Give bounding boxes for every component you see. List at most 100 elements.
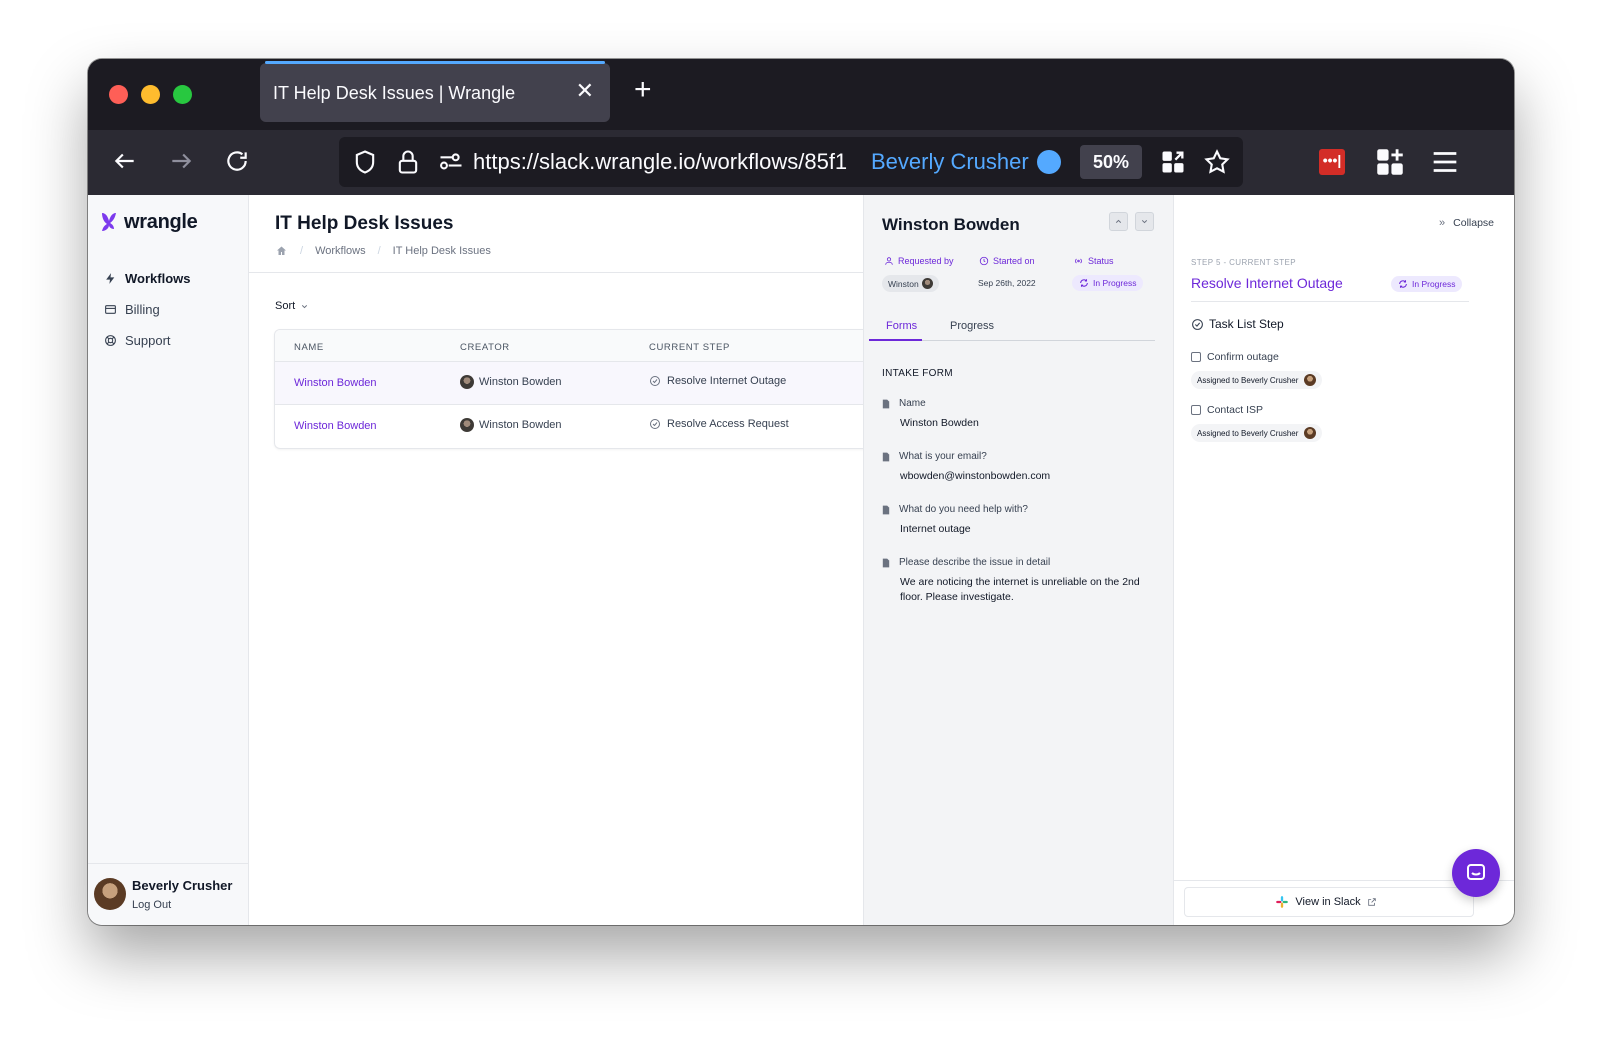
lifebuoy-icon	[105, 334, 116, 346]
document-icon	[882, 399, 890, 408]
requested-by-label: Requested by	[884, 256, 954, 266]
field-question-text: What do you need help with?	[899, 504, 1028, 515]
breadcrumb-separator: /	[377, 245, 381, 257]
slack-icon	[1276, 896, 1289, 908]
requested-by-text: Requested by	[898, 256, 954, 266]
status-badge: In Progress	[1391, 276, 1463, 292]
back-button[interactable]	[108, 144, 142, 178]
view-in-slack-button[interactable]: View in Slack	[1184, 887, 1474, 917]
check-circle-icon	[650, 419, 660, 429]
current-step-panel: » Collapse Step 5 - Current Step Resolve…	[1173, 195, 1514, 925]
requester-pill[interactable]: Winston	[882, 275, 939, 292]
check-circle-icon	[650, 376, 660, 386]
sidebar-item-support[interactable]: Support	[104, 330, 171, 350]
task-label: Contact ISP	[1207, 404, 1264, 416]
chevrons-right-icon: »	[1439, 217, 1446, 229]
container-label[interactable]: Beverly Crusher	[871, 149, 1029, 175]
field-answer: We are noticing the internet is unreliab…	[900, 576, 1140, 603]
sort-button[interactable]: Sort	[275, 300, 309, 312]
status-label: Status	[1073, 256, 1114, 266]
home-icon[interactable]	[275, 245, 288, 257]
chat-launcher-button[interactable]	[1452, 849, 1500, 897]
refresh-icon	[1399, 280, 1407, 288]
shield-icon[interactable]	[351, 148, 379, 176]
table-header: Name Creator Current Step	[275, 330, 874, 362]
container-dot-icon	[1037, 150, 1061, 174]
next-run-button[interactable]	[1135, 212, 1154, 231]
sidebar-item-workflows[interactable]: Workflows	[104, 268, 191, 288]
table-row[interactable]: Winston Bowden Winston Bowden Resolve Ac…	[275, 405, 874, 448]
url-bar[interactable]: https://slack.wrangle.io/workflows/85f1 …	[339, 137, 1243, 187]
maximize-window-button[interactable]	[173, 85, 192, 104]
lastpass-extension-icon[interactable]: •••|	[1319, 149, 1345, 175]
column-header-creator[interactable]: Creator	[460, 342, 510, 353]
row-name[interactable]: Winston Bowden	[294, 420, 377, 432]
task-checkbox[interactable]	[1191, 352, 1201, 362]
extensions-icon[interactable]	[1373, 145, 1407, 179]
previous-run-button[interactable]	[1109, 212, 1128, 231]
new-tab-button[interactable]: +	[634, 73, 652, 107]
status-badge: In Progress	[1072, 275, 1144, 291]
breadcrumb-workflows[interactable]: Workflows	[315, 245, 366, 257]
form-field: Name Winston Bowden	[882, 398, 1162, 431]
avatar	[460, 418, 474, 432]
task-checkbox[interactable]	[1191, 405, 1201, 415]
document-icon	[882, 452, 890, 461]
user-icon	[885, 257, 893, 265]
minimize-window-button[interactable]	[141, 85, 160, 104]
sort-label: Sort	[275, 300, 296, 312]
creator-name: Winston Bowden	[479, 419, 562, 431]
row-creator: Winston Bowden	[460, 418, 562, 432]
user-footer: Beverly Crusher Log Out	[88, 863, 248, 925]
tab-close-icon[interactable]: ✕	[576, 78, 594, 104]
chevron-down-icon	[302, 304, 308, 308]
status-badge-text: In Progress	[1412, 279, 1456, 289]
step-title[interactable]: Resolve Internet Outage	[1191, 275, 1343, 291]
forward-button[interactable]	[164, 144, 198, 178]
started-on-value: Sep 26th, 2022	[978, 278, 1036, 288]
grid-extension-icon[interactable]	[1159, 148, 1187, 176]
sidebar-item-label: Workflows	[125, 270, 191, 286]
close-window-button[interactable]	[109, 85, 128, 104]
avatar	[1304, 374, 1317, 386]
arrow-left-icon	[114, 153, 134, 169]
breadcrumb-current[interactable]: IT Help Desk Issues	[393, 245, 491, 257]
arrow-right-icon	[172, 153, 192, 169]
avatar[interactable]	[94, 878, 126, 910]
tab-title: IT Help Desk Issues | Wrangle	[273, 83, 516, 103]
permissions-icon[interactable]	[437, 148, 465, 176]
tab-bar: IT Help Desk Issues | Wrangle ✕ +	[88, 59, 1514, 130]
assignee-text: Assigned to Beverly Crusher	[1197, 428, 1299, 438]
browser-tab-active[interactable]: IT Help Desk Issues | Wrangle ✕	[260, 61, 610, 122]
step-name: Resolve Internet Outage	[667, 375, 787, 387]
table-row[interactable]: Winston Bowden Winston Bowden Resolve In…	[275, 362, 874, 405]
reload-button[interactable]	[220, 144, 254, 178]
lock-icon[interactable]	[394, 148, 422, 176]
tab-forms[interactable]: Forms	[886, 320, 917, 332]
main-content: IT Help Desk Issues / Workflows / IT Hel…	[249, 195, 874, 925]
field-question: Name	[882, 398, 1162, 409]
row-name[interactable]: Winston Bowden	[294, 377, 377, 389]
logout-link[interactable]: Log Out	[132, 899, 171, 911]
bookmark-star-icon[interactable]	[1203, 148, 1231, 176]
field-answer: wbowden@winstonbowden.com	[900, 470, 1051, 482]
detail-title: Winston Bowden	[882, 215, 1020, 234]
column-header-name[interactable]: Name	[294, 342, 324, 353]
step-kicker: Step 5 - Current Step	[1191, 258, 1297, 267]
url-text[interactable]: https://slack.wrangle.io/workflows/85f1	[473, 149, 861, 175]
wrangle-logo[interactable]: wrangle	[98, 207, 198, 237]
tab-progress[interactable]: Progress	[950, 320, 994, 332]
zoom-level-button[interactable]: 50%	[1080, 145, 1142, 179]
hamburger-menu-icon[interactable]	[1428, 145, 1462, 179]
column-header-current-step[interactable]: Current Step	[649, 342, 730, 353]
started-on-text: Started on	[993, 256, 1035, 266]
collapse-button[interactable]: » Collapse	[1439, 217, 1494, 229]
field-question: What is your email?	[882, 451, 1162, 462]
step-divider	[1191, 301, 1469, 302]
avatar	[460, 375, 474, 389]
sidebar-item-label: Support	[125, 332, 171, 348]
avatar	[1304, 427, 1317, 439]
document-icon	[882, 505, 890, 514]
sidebar-item-billing[interactable]: Billing	[104, 299, 160, 319]
page-title: IT Help Desk Issues	[275, 213, 454, 234]
